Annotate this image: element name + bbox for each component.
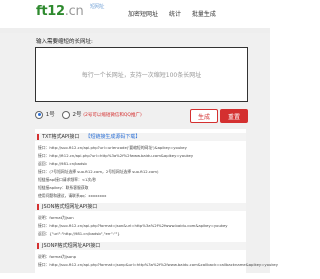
nav-item-stats[interactable]: 统计 (169, 11, 181, 18)
nav-item-encrypted[interactable]: 加密短网址 (128, 11, 158, 18)
main-nav: 加密短网址 统计 批量生成 (128, 9, 225, 18)
txt-api-line: 接口：http://ft12.cn/api.php?url=http%3a%2f… (38, 153, 194, 158)
jsonp-api-section-header: JSONP格式短网址API接口 (35, 242, 246, 250)
main-panel: 输入需要缩短的长网址: 每行一个长网址，支持一次缩短100条长网址 1号 2号 … (0, 33, 278, 279)
jsonp-api-title: JSONP格式短网址API接口 (42, 243, 101, 249)
logo-main: ft12 (36, 4, 65, 19)
site-logo[interactable]: ft12.cn 短网址 (36, 4, 104, 19)
option-2-radio[interactable] (61, 110, 70, 119)
txt-api-section-header: TXT格式API接口 【短链接生成源码下载】 (35, 133, 246, 141)
option-1-label: 1号 (45, 112, 55, 118)
txt-api-line: 返回：http://981.cn/badsb (38, 161, 87, 166)
api-docs: TXT格式API接口 【短链接生成源码下载】 接口：http://suo.ft12… (35, 129, 278, 279)
panel-title: 输入需要缩短的长网址: (36, 39, 93, 45)
generate-button[interactable]: 生成 (190, 109, 218, 123)
jsonp-api-line: 说明：format为jsonp (38, 254, 77, 259)
json-api-title: JSON格式短网址API接口 (42, 204, 98, 210)
json-api-section-header: JSON格式短网址API接口 (35, 203, 246, 211)
txt-api-line: 短链接api接口请求频率：<1次/秒 (38, 177, 97, 182)
reset-button[interactable]: 重置 (220, 109, 248, 123)
textarea-placeholder: 每行一个长网址，支持一次缩短100条长网址 (81, 72, 202, 79)
section-marker (37, 134, 39, 140)
source-download-link[interactable]: 【短链接生成源码下载】 (85, 134, 140, 140)
option-1-radio[interactable] (35, 110, 43, 119)
nav-item-batch[interactable]: 批量生成 (192, 11, 216, 18)
jsonp-api-line: 接口：http://suo.ft12.cn/api.php?format=jso… (38, 262, 278, 267)
txt-api-line: 接口：(7号短网址选择 suo.ft12.com，2号短网址选择 suo.ft1… (38, 169, 159, 174)
site-header: ft12.cn 短网址 加密短网址 统计 批量生成 (0, 0, 270, 28)
logo-subtitle: 短网址 (90, 4, 105, 10)
txt-api-line: 短链接apikey：联系客服获取 (38, 185, 89, 190)
option-2-note: (2号可以缩短微信和QQ推广) (83, 113, 142, 118)
txt-api-title: TXT格式API接口 (42, 134, 80, 140)
logo-tld: .cn (64, 4, 84, 19)
server-options: 1号 2号 (2号可以缩短微信和QQ推广) (35, 110, 142, 119)
json-api-line: 接口：http://suo.ft12.cn/api.php?format=jso… (38, 223, 228, 228)
section-marker (37, 243, 39, 249)
option-2-label: 2号 (72, 112, 82, 118)
txt-api-line: 接口：http://suo.ft12.cn/api.php?url=urlenc… (38, 145, 187, 150)
section-marker (37, 204, 39, 210)
long-url-textarea[interactable]: 每行一个长网址，支持一次缩短100条长网址 (35, 47, 248, 102)
txt-api-line: 使用问题和建议，请联系qq：xxxxxxxx (38, 193, 107, 198)
json-api-line: 返回：{"url":"http://981.cn/badsb","err":""… (38, 231, 120, 236)
json-api-line: 说明：format为json (38, 215, 74, 220)
